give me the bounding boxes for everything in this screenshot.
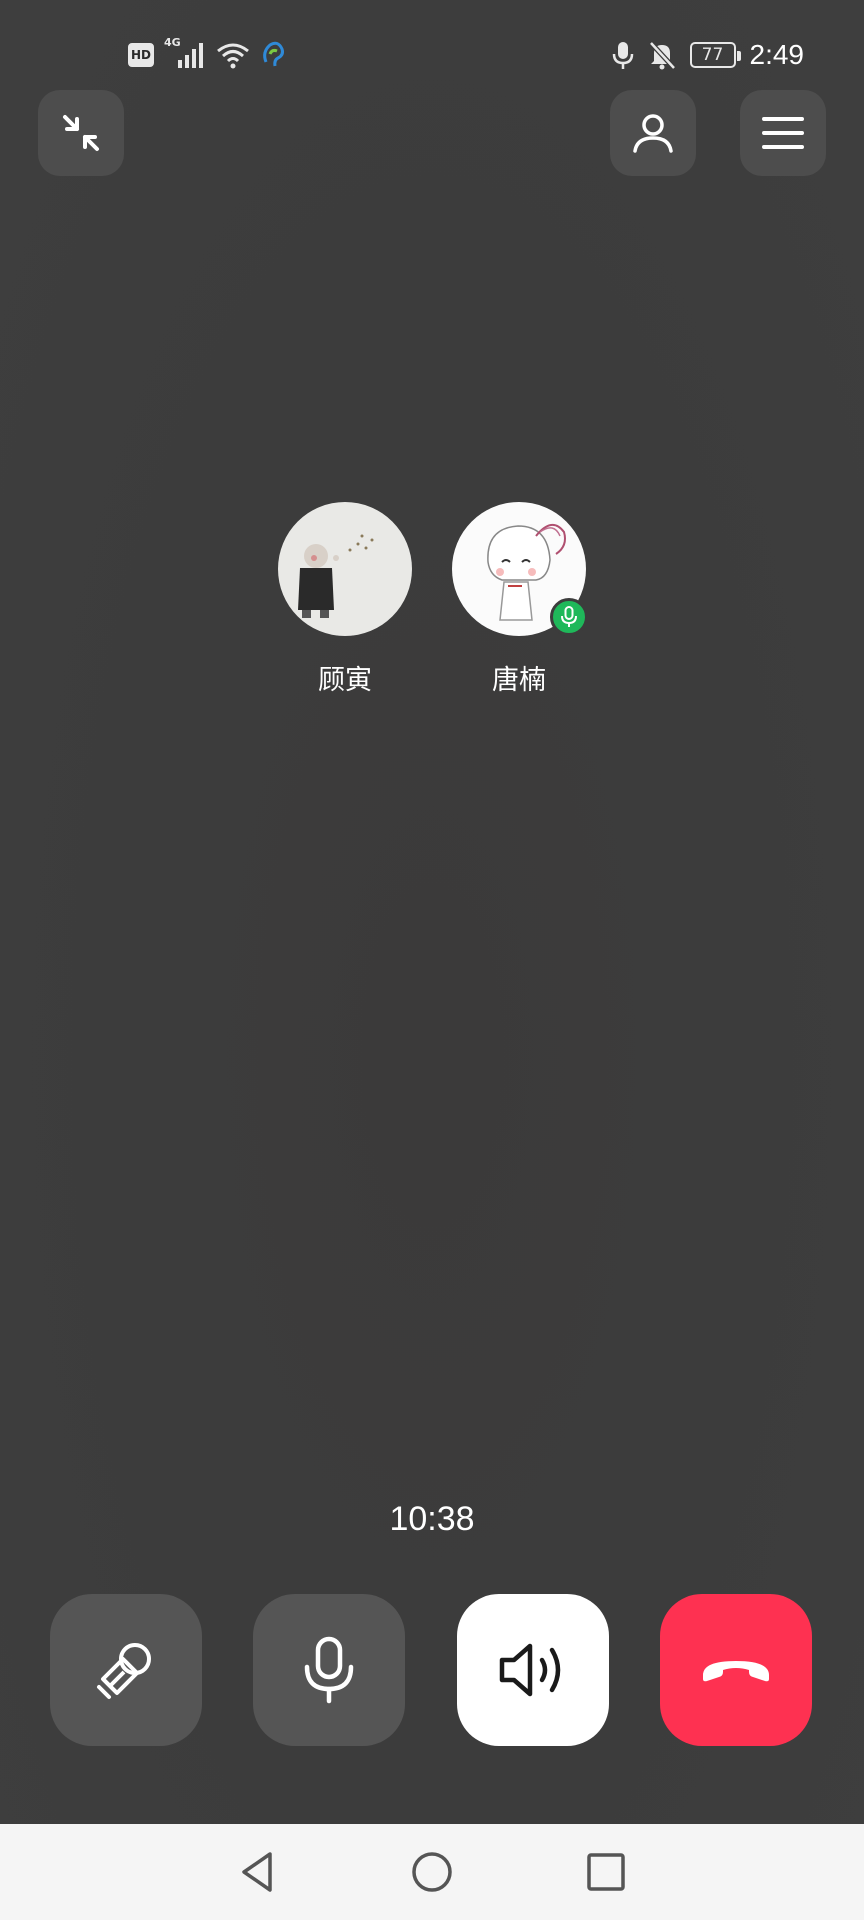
status-right: 77 2:49 xyxy=(612,38,805,72)
battery-level: 77 xyxy=(701,45,724,65)
participant-item[interactable]: 唐楠 xyxy=(451,502,588,697)
microphone-icon xyxy=(561,606,577,627)
menu-button[interactable] xyxy=(740,90,826,176)
clock: 2:49 xyxy=(749,39,805,70)
participant-item[interactable]: 顾寅 xyxy=(277,502,413,697)
status-bar: HD 4G 77 2:49 xyxy=(0,0,864,110)
mute-button[interactable] xyxy=(253,1594,405,1746)
call-duration: 10:38 xyxy=(389,1500,475,1538)
muted-bell-icon xyxy=(648,41,676,70)
avatar xyxy=(452,502,588,636)
microphone-icon xyxy=(304,1636,354,1704)
person-icon xyxy=(633,114,673,153)
avatar-image xyxy=(278,502,412,636)
effects-button[interactable] xyxy=(50,1594,202,1746)
cellular-signal-icon: 4G xyxy=(164,36,206,70)
back-icon[interactable] xyxy=(236,1850,280,1894)
add-participant-button[interactable] xyxy=(610,90,696,176)
speaker-button[interactable] xyxy=(457,1594,609,1746)
recents-icon[interactable] xyxy=(584,1850,628,1894)
home-icon[interactable] xyxy=(410,1850,454,1894)
participant-name: 顾寅 xyxy=(318,665,372,696)
call-controls xyxy=(50,1594,814,1746)
navigation-bar xyxy=(0,1824,864,1920)
speaker-icon xyxy=(499,1643,561,1697)
hang-up-icon xyxy=(703,1661,769,1682)
participants-list: 顾寅 唐楠 xyxy=(0,502,864,697)
status-left: HD 4G xyxy=(128,36,286,72)
minimize-icon xyxy=(63,115,99,151)
speaking-indicator xyxy=(550,598,588,636)
menu-icon xyxy=(762,117,804,149)
avatar xyxy=(278,502,412,636)
wifi-icon xyxy=(217,43,249,69)
magic-wand-icon xyxy=(97,1643,151,1699)
microphone-in-use-icon xyxy=(612,42,633,69)
battery-indicator: 77 xyxy=(689,42,741,68)
assistant-ear-icon xyxy=(263,41,284,67)
minimize-button[interactable] xyxy=(38,90,124,176)
participant-name: 唐楠 xyxy=(492,665,546,696)
hang-up-button[interactable] xyxy=(660,1594,812,1746)
hd-badge: HD xyxy=(128,43,154,67)
